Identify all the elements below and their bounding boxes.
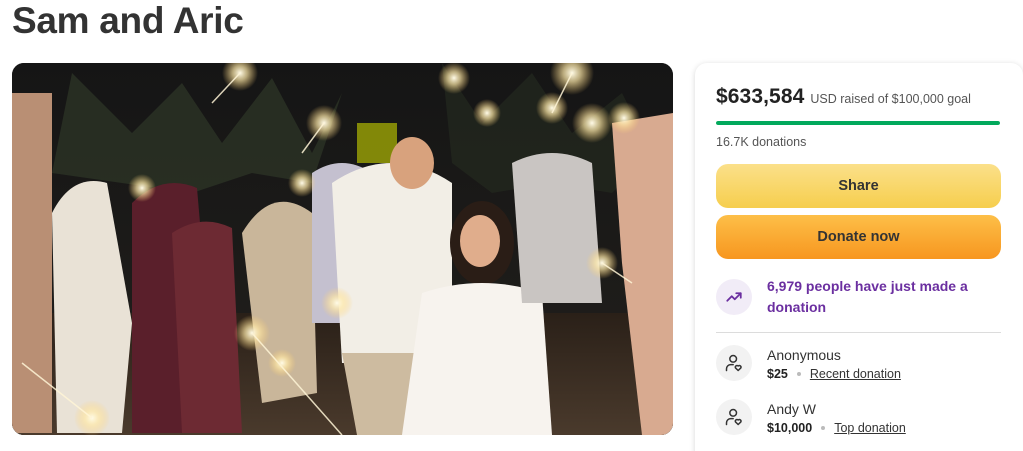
progress-bar-fill [716, 121, 1000, 125]
donation-trend: 6,979 people have just made a donation [716, 276, 1001, 318]
donor-amount: $25 [767, 366, 788, 381]
donor-heart-icon [716, 345, 752, 381]
page-title: Sam and Aric [12, 0, 244, 41]
donor-item: Anonymous $25 Recent donation [716, 345, 1001, 381]
donor-heart-icon [716, 399, 752, 435]
separator-dot [796, 371, 801, 376]
goal-text: USD raised of $100,000 goal [810, 92, 971, 106]
divider [716, 332, 1001, 333]
share-button[interactable]: Share [716, 164, 1001, 208]
donor-meta: $25 Recent donation [767, 367, 901, 381]
donor-name: Andy W [767, 400, 817, 417]
donate-now-button[interactable]: Donate now [716, 215, 1001, 259]
donor-item: Andy W $10,000 Top donation [716, 399, 1001, 435]
trending-up-icon [716, 279, 752, 315]
progress-bar [716, 121, 1000, 125]
top-donation-link[interactable]: Top donation [834, 421, 906, 435]
donor-info: Anonymous $25 Recent donation [767, 346, 901, 381]
recent-donation-link[interactable]: Recent donation [810, 367, 901, 381]
donor-name: Anonymous [767, 346, 841, 363]
campaign-photo[interactable] [12, 63, 673, 435]
donation-trend-text: 6,979 people have just made a donation [767, 278, 968, 315]
separator-dot [821, 425, 826, 430]
donor-info: Andy W $10,000 Top donation [767, 400, 906, 435]
amount-raised-row: $633,584 USD raised of $100,000 goal [716, 85, 1001, 109]
donation-count: 16.7K donations [716, 135, 807, 149]
amount-raised: $633,584 [716, 85, 805, 108]
donor-meta: $10,000 Top donation [767, 421, 906, 435]
donor-amount: $10,000 [767, 420, 813, 435]
donation-panel: $633,584 USD raised of $100,000 goal 16.… [695, 63, 1023, 451]
